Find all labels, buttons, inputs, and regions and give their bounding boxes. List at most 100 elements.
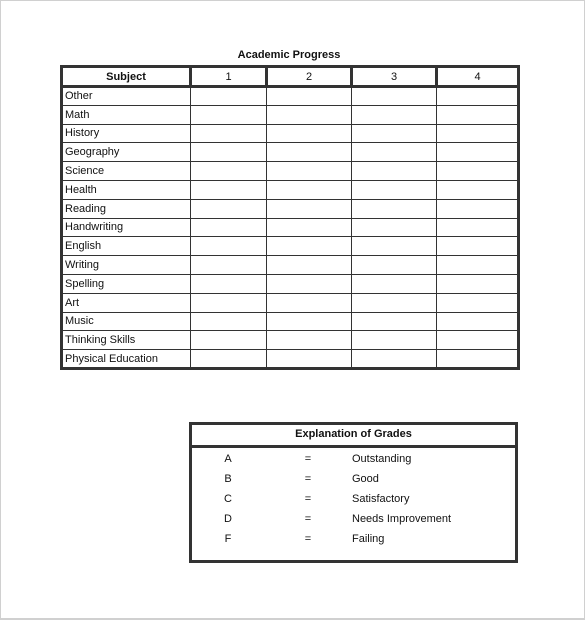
grade-cell-period-3[interactable] xyxy=(351,292,437,313)
table-row: History xyxy=(61,123,519,144)
subject-cell: Art xyxy=(61,292,191,313)
grade-cell-period-2[interactable] xyxy=(266,104,352,125)
grade-cell-period-4[interactable] xyxy=(436,330,519,351)
subject-cell: History xyxy=(61,123,191,144)
grade-letter: F xyxy=(224,533,232,545)
grade-cell-period-4[interactable] xyxy=(436,161,519,181)
grade-cell-period-4[interactable] xyxy=(436,292,519,313)
grade-cell-period-3[interactable] xyxy=(351,104,437,125)
grade-cell-period-4[interactable] xyxy=(436,142,519,163)
grade-cell-period-3[interactable] xyxy=(351,236,437,257)
equals-sign: = xyxy=(304,453,312,465)
grade-cell-period-2[interactable] xyxy=(266,292,352,313)
grade-cell-period-4[interactable] xyxy=(436,86,519,106)
grade-cell-period-2[interactable] xyxy=(266,123,352,144)
grade-cell-period-1[interactable] xyxy=(190,292,267,313)
grade-description: Failing xyxy=(352,533,385,545)
grade-cell-period-3[interactable] xyxy=(351,198,437,219)
grade-cell-period-2[interactable] xyxy=(266,236,352,257)
grade-cell-period-2[interactable] xyxy=(266,86,352,106)
academic-progress-table: Subject 1 2 3 4 Other Math History Geograph… xyxy=(60,65,520,370)
table-row: Physical Education xyxy=(61,349,519,369)
column-header-2: 2 xyxy=(266,66,353,88)
table-row: Geography xyxy=(61,142,519,163)
grade-cell-period-3[interactable] xyxy=(351,161,437,181)
grade-cell-period-3[interactable] xyxy=(351,273,437,294)
grade-cell-period-1[interactable] xyxy=(190,198,267,219)
equals-sign: = xyxy=(304,533,312,545)
table-row: Thinking Skills xyxy=(61,330,519,351)
column-header-subject: Subject xyxy=(61,66,192,88)
grade-cell-period-1[interactable] xyxy=(190,161,267,181)
grade-letter: C xyxy=(224,493,232,505)
subject-cell: Physical Education xyxy=(61,349,191,369)
grade-cell-period-3[interactable] xyxy=(351,86,437,106)
grade-cell-period-1[interactable] xyxy=(190,255,267,275)
grade-cell-period-1[interactable] xyxy=(190,330,267,351)
grade-cell-period-3[interactable] xyxy=(351,311,437,332)
subject-cell: Math xyxy=(61,104,191,125)
grade-cell-period-2[interactable] xyxy=(266,217,352,238)
grade-legend-row: D = Needs Improvement xyxy=(192,509,515,529)
grade-cell-period-4[interactable] xyxy=(436,104,519,125)
equals-sign: = xyxy=(304,473,312,485)
grade-cell-period-4[interactable] xyxy=(436,198,519,219)
equals-sign: = xyxy=(304,493,312,505)
grade-legend-row: C = Satisfactory xyxy=(192,489,515,509)
subject-cell: Music xyxy=(61,311,191,332)
grade-cell-period-3[interactable] xyxy=(351,349,437,369)
column-header-3: 3 xyxy=(351,66,438,88)
grade-cell-period-4[interactable] xyxy=(436,311,519,332)
grade-cell-period-2[interactable] xyxy=(266,349,352,369)
grade-cell-period-3[interactable] xyxy=(351,217,437,238)
table-row: Reading xyxy=(61,198,519,219)
grade-cell-period-1[interactable] xyxy=(190,349,267,369)
subject-cell: Handwriting xyxy=(61,217,191,238)
table-row: Writing xyxy=(61,255,519,275)
grade-cell-period-2[interactable] xyxy=(266,311,352,332)
table-row: Science xyxy=(61,161,519,181)
table-row: Other xyxy=(61,86,519,106)
grade-cell-period-4[interactable] xyxy=(436,255,519,275)
grade-cell-period-4[interactable] xyxy=(436,349,519,369)
grade-cell-period-1[interactable] xyxy=(190,236,267,257)
grade-cell-period-2[interactable] xyxy=(266,179,352,200)
grade-cell-period-2[interactable] xyxy=(266,255,352,275)
grade-cell-period-4[interactable] xyxy=(436,273,519,294)
grade-cell-period-3[interactable] xyxy=(351,330,437,351)
grade-cell-period-3[interactable] xyxy=(351,255,437,275)
grade-cell-period-2[interactable] xyxy=(266,142,352,163)
grade-cell-period-1[interactable] xyxy=(190,123,267,144)
grade-cell-period-1[interactable] xyxy=(190,86,267,106)
grade-cell-period-2[interactable] xyxy=(266,273,352,294)
grade-description: Needs Improvement xyxy=(352,513,452,525)
grade-cell-period-3[interactable] xyxy=(351,179,437,200)
table-row: Music xyxy=(61,311,519,332)
grade-cell-period-1[interactable] xyxy=(190,179,267,200)
grade-cell-period-4[interactable] xyxy=(436,236,519,257)
subject-cell: Other xyxy=(61,86,191,106)
grade-legend-row: F = Failing xyxy=(192,529,515,549)
grade-legend-row: B = Good xyxy=(192,469,515,489)
grade-cell-period-2[interactable] xyxy=(266,198,352,219)
column-header-1: 1 xyxy=(190,66,268,88)
column-header-4: 4 xyxy=(436,66,519,88)
grade-cell-period-1[interactable] xyxy=(190,142,267,163)
grade-cell-period-4[interactable] xyxy=(436,123,519,144)
table-row: Math xyxy=(61,104,519,125)
subject-cell: English xyxy=(61,236,191,257)
grade-cell-period-3[interactable] xyxy=(351,123,437,144)
grade-cell-period-1[interactable] xyxy=(190,217,267,238)
subject-cell: Reading xyxy=(61,198,191,219)
table-row: Handwriting xyxy=(61,217,519,238)
grade-cell-period-2[interactable] xyxy=(266,161,352,181)
grade-cell-period-1[interactable] xyxy=(190,104,267,125)
table-row: English xyxy=(61,236,519,257)
grade-cell-period-4[interactable] xyxy=(436,217,519,238)
grade-cell-period-1[interactable] xyxy=(190,311,267,332)
grade-cell-period-3[interactable] xyxy=(351,142,437,163)
grade-cell-period-4[interactable] xyxy=(436,179,519,200)
grades-title: Explanation of Grades xyxy=(192,425,515,448)
grade-cell-period-2[interactable] xyxy=(266,330,352,351)
grade-cell-period-1[interactable] xyxy=(190,273,267,294)
